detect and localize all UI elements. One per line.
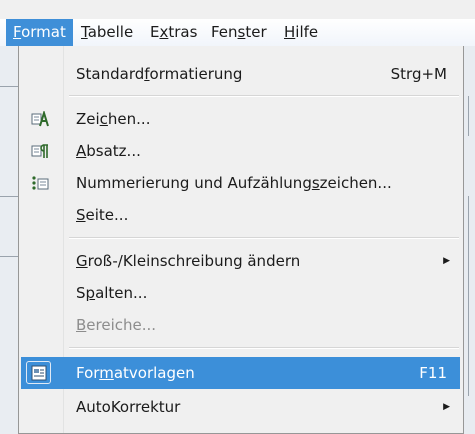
label-part: zeichen... bbox=[319, 174, 392, 192]
menu-separator bbox=[69, 347, 459, 349]
menu-format-mnemonic: F bbox=[13, 23, 22, 41]
menu-item-label: Nummerierung und Aufzählungszeichen... bbox=[76, 167, 392, 199]
menu-item-autokorrektur[interactable]: AutoKorrektur ▶ bbox=[21, 391, 460, 423]
menu-item-label: Zeichen... bbox=[76, 103, 150, 135]
label-mnemonic: A bbox=[76, 142, 87, 160]
scrollbar-edge bbox=[468, 196, 469, 396]
menu-fenster-pre: Fen bbox=[211, 23, 238, 41]
menu-hilfe-mnemonic: H bbox=[284, 23, 296, 41]
label-mnemonic: s bbox=[311, 174, 320, 192]
menu-separator bbox=[69, 95, 459, 97]
document-window-right-edge bbox=[464, 46, 475, 434]
menu-item-standardformatierung[interactable]: Standardformatierung Strg+M bbox=[21, 58, 460, 90]
menu-item-gross-kleinschreibung[interactable]: Groß-/Kleinschreibung ändern ▶ bbox=[21, 245, 460, 277]
label-part: S bbox=[76, 284, 86, 302]
menu-item-label: Standardformatierung bbox=[76, 58, 242, 90]
menu-item-formatvorlagen[interactable]: Formatvorlagen F11 bbox=[21, 357, 460, 389]
label-part: roß-/Kleinschreibung ändern bbox=[87, 252, 301, 270]
label-part: eite... bbox=[85, 206, 129, 224]
label-part: bsatz... bbox=[86, 142, 141, 160]
menu-item-label: Absatz... bbox=[76, 135, 141, 167]
character-format-icon bbox=[31, 111, 49, 127]
menu-format[interactable]: Format bbox=[6, 19, 73, 46]
document-window-left-edge bbox=[0, 46, 18, 434]
menu-tabelle-rest: abelle bbox=[87, 23, 134, 41]
label-mnemonic: B bbox=[76, 316, 87, 334]
numbering-icon bbox=[32, 176, 49, 190]
menu-item-nummerierung[interactable]: Nummerierung und Aufzählungszeichen... bbox=[21, 167, 460, 199]
menu-hilfe-rest: ilfe bbox=[295, 23, 319, 41]
submenu-arrow-icon: ▶ bbox=[443, 256, 450, 266]
menu-separator bbox=[69, 237, 459, 239]
label-part: Standard bbox=[76, 65, 145, 83]
label-part: hen... bbox=[107, 110, 151, 128]
menu-tabelle[interactable]: Tabelle bbox=[74, 19, 140, 46]
menu-item-label: Formatvorlagen bbox=[76, 357, 195, 389]
menu-extras[interactable]: Extras bbox=[143, 19, 204, 46]
menu-tabelle-mnemonic: T bbox=[81, 23, 88, 41]
menu-item-absatz[interactable]: Absatz... bbox=[21, 135, 460, 167]
menu-item-shortcut: F11 bbox=[419, 364, 447, 382]
ruler-tick bbox=[0, 256, 18, 257]
menu-item-label: Seite... bbox=[76, 199, 128, 231]
menu-item-spalten[interactable]: Spalten... bbox=[21, 277, 460, 309]
label-part: ormatierung bbox=[149, 65, 243, 83]
screen: Format Tabelle Extras Fenster Hilfe Stan… bbox=[0, 0, 475, 434]
label-part: For bbox=[76, 364, 100, 382]
menu-item-label: Bereiche... bbox=[76, 309, 156, 341]
paragraph-format-icon bbox=[31, 144, 48, 158]
menu-item-label: AutoKorrektur bbox=[76, 398, 181, 416]
label-mnemonic: S bbox=[76, 206, 86, 224]
label-mnemonic: m bbox=[99, 364, 114, 382]
menu-item-seite[interactable]: Seite... bbox=[21, 199, 460, 231]
menu-item-bereiche: Bereiche... bbox=[21, 309, 460, 341]
ruler-tick bbox=[0, 196, 18, 197]
label-part: Zei bbox=[76, 110, 100, 128]
label-mnemonic: p bbox=[85, 284, 96, 302]
styles-icon bbox=[31, 365, 47, 381]
menu-item-label: Spalten... bbox=[76, 277, 147, 309]
menu-item-shortcut: Strg+M bbox=[390, 65, 447, 83]
label-part: atvorlagen bbox=[113, 364, 195, 382]
label-part: ereiche... bbox=[86, 316, 157, 334]
menu-fenster[interactable]: Fenster bbox=[204, 19, 274, 46]
label-mnemonic: G bbox=[76, 252, 88, 270]
label-part: alten... bbox=[95, 284, 148, 302]
menu-item-label: Groß-/Kleinschreibung ändern bbox=[76, 245, 300, 277]
menu-item-zeichen[interactable]: Zeichen... bbox=[21, 103, 460, 135]
label-mnemonic: c bbox=[99, 110, 108, 128]
menu-extras-rest: tras bbox=[168, 23, 198, 41]
format-menu-dropdown: Standardformatierung Strg+M Zeichen... A… bbox=[18, 46, 464, 434]
menu-hilfe[interactable]: Hilfe bbox=[277, 19, 325, 46]
label-part: Nummerierung und Aufzählung bbox=[76, 174, 312, 192]
ruler-tick bbox=[0, 86, 18, 87]
submenu-arrow-icon: ▶ bbox=[443, 402, 450, 412]
toolbar-edge bbox=[468, 96, 469, 136]
menu-fenster-rest: ter bbox=[245, 23, 267, 41]
menu-format-rest: ormat bbox=[21, 23, 66, 41]
menu-bar: Format Tabelle Extras Fenster Hilfe bbox=[0, 19, 475, 47]
